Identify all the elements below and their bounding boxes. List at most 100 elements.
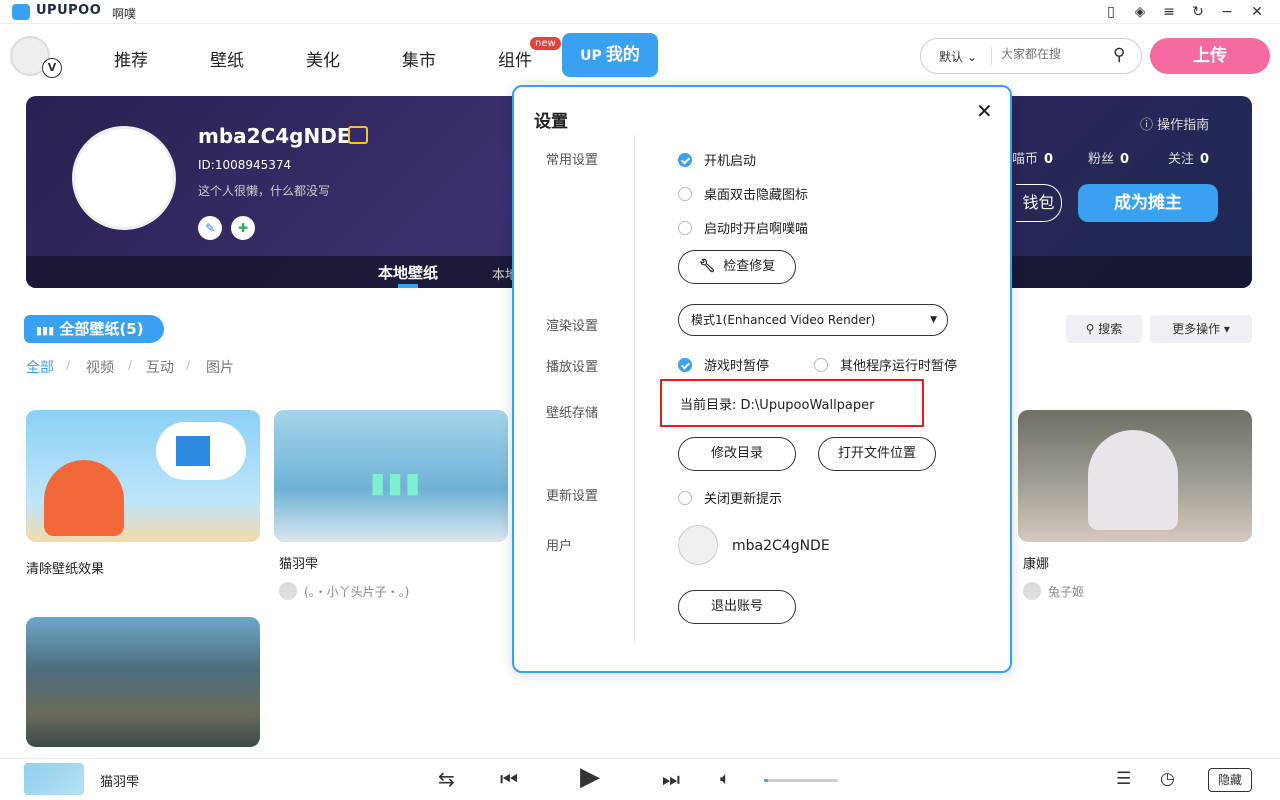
close-icon[interactable]: ✕ [1246, 2, 1268, 22]
timer-icon[interactable]: ◷ [1160, 769, 1175, 789]
level-badge-icon [348, 126, 368, 144]
main-nav: V 推荐 壁纸 美化 集市 组件 new UP我的 默认 ⌄ ⚲ 上传 [0, 24, 1280, 90]
play-icon[interactable]: ▶ [580, 762, 600, 792]
refresh-icon[interactable]: ↻ [1187, 2, 1209, 22]
playlist-icon[interactable]: ☰ [1116, 769, 1131, 789]
filter-sep: / [66, 358, 71, 372]
search-icon: ⚲ [1085, 322, 1095, 336]
section-update: 更新设置 [546, 489, 599, 504]
filter-sep: / [186, 358, 191, 372]
audio-bars-icon: ▮▮▮ [370, 466, 423, 499]
minimize-icon[interactable]: − [1216, 2, 1238, 22]
title-bar: UPUPOO 啊噗 ▯ ◈ ≡ ↻ − ✕ [0, 0, 1280, 24]
nav-market[interactable]: 集市 [402, 46, 436, 71]
more-actions-button[interactable]: 更多操作 ▾ [1150, 315, 1252, 343]
author-avatar [279, 582, 297, 600]
nav-recommend[interactable]: 推荐 [114, 46, 148, 71]
all-wallpapers-pill[interactable]: ▮▮▮ 全部壁纸(5) [24, 315, 164, 343]
stat-fans[interactable]: 粉丝 0 [1088, 148, 1129, 167]
opt-pause-other[interactable]: 其他程序运行时暂停 [814, 355, 957, 374]
opt-autostart[interactable]: 开机启动 [678, 150, 756, 169]
next-icon[interactable]: ⏭ [662, 767, 680, 791]
chevron-down-icon: ▼ [930, 315, 937, 325]
check-repair-button[interactable]: 🔧︎ 检查修复 [678, 250, 796, 284]
windows-logo-icon [176, 436, 210, 466]
settings-dialog: 设置 ✕ 常用设置 开机启动 桌面双击隐藏图标 启动时开启啊噗喵 🔧︎ 检查修复 … [512, 85, 1012, 673]
volume-fill [764, 779, 768, 782]
filter-interactive[interactable]: 互动 [146, 357, 174, 377]
volume-icon[interactable]: 🔈︎ [720, 769, 730, 789]
dialog-divider [634, 135, 635, 643]
wallpaper-card-clear[interactable] [26, 410, 260, 542]
volume-slider[interactable] [764, 779, 838, 782]
filter-video[interactable]: 视频 [86, 357, 114, 377]
profile-avatar[interactable] [72, 126, 176, 230]
wrench-icon: 🔧︎ [698, 259, 716, 274]
nav-beautify[interactable]: 美化 [306, 46, 340, 71]
player-thumbnail[interactable] [24, 763, 84, 795]
app-logo-icon [12, 4, 30, 20]
hide-button[interactable]: 隐藏 [1208, 768, 1252, 792]
shield-icon[interactable]: ✚ [231, 216, 255, 240]
card-title: 康娜 [1023, 557, 1050, 572]
radio-icon [678, 187, 692, 201]
open-location-button[interactable]: 打开文件位置 [818, 437, 936, 471]
player-title: 猫羽雫 [100, 775, 140, 790]
settings-user-avatar [678, 525, 718, 565]
library-search-button[interactable]: ⚲ 搜索 [1066, 315, 1142, 343]
active-tab-indicator [398, 284, 418, 288]
become-vendor-button[interactable]: 成为摊主 [1078, 184, 1218, 222]
render-mode-select[interactable]: 模式1(Enhanced Video Render) ▼ [678, 304, 948, 336]
menu-icon[interactable]: ≡ [1158, 2, 1180, 22]
filter-image[interactable]: 图片 [206, 357, 234, 377]
search-input[interactable] [1001, 47, 1101, 61]
search-icon[interactable]: ⚲ [1113, 45, 1125, 65]
wallpaper-card-kanna[interactable] [1018, 410, 1252, 542]
dialog-title: 设置 [534, 112, 568, 132]
profile-name: mba2C4gNDE [198, 124, 351, 148]
filter-sep: / [128, 358, 133, 372]
search-scope-select[interactable]: 默认 ⌄ [939, 48, 977, 65]
tab-local-wallpaper[interactable]: 本地壁纸 [378, 262, 438, 283]
opt-pause-game[interactable]: 游戏时暂停 [678, 355, 769, 374]
section-user: 用户 [546, 539, 573, 554]
nav-widgets[interactable]: 组件 [498, 46, 532, 71]
nav-my[interactable]: UP 我的 [562, 33, 658, 77]
opt-hide-icons[interactable]: 桌面双击隐藏图标 [678, 184, 808, 203]
bars-icon: ▮▮▮ [36, 324, 55, 337]
opt-launch-pet[interactable]: 启动时开启啊噗喵 [678, 218, 808, 237]
current-dir: 当前目录: D:\UpupooWallpaper [680, 398, 875, 413]
wallpaper-card-street[interactable] [26, 617, 260, 747]
check-icon [678, 153, 692, 167]
filter-all[interactable]: 全部 [26, 357, 54, 377]
new-badge: new [530, 37, 561, 50]
stat-coins[interactable]: 喵币 0 [1012, 148, 1053, 167]
edit-icon[interactable]: ✎ [198, 216, 222, 240]
gift-icon[interactable]: ◈ [1129, 2, 1151, 22]
card-author[interactable]: (。・小丫头片子・。) [304, 583, 409, 600]
guide-link[interactable]: ⓘ 操作指南 [1140, 114, 1209, 133]
nav-wallpaper[interactable]: 壁纸 [210, 46, 244, 71]
section-render: 渲染设置 [546, 319, 599, 334]
card-title: 猫羽雫 [279, 557, 319, 572]
vip-badge-icon: V [42, 58, 62, 78]
card-author[interactable]: 兔子姬 [1048, 583, 1084, 600]
author-avatar [1023, 582, 1041, 600]
opt-disable-update[interactable]: 关闭更新提示 [678, 488, 782, 507]
previous-icon[interactable]: ⏮ [500, 767, 518, 791]
search-bar: 默认 ⌄ ⚲ [920, 38, 1142, 74]
change-dir-button[interactable]: 修改目录 [678, 437, 796, 471]
section-general: 常用设置 [546, 153, 599, 168]
close-icon[interactable]: ✕ [976, 99, 993, 123]
upload-button[interactable]: 上传 [1150, 38, 1270, 74]
wallet-button[interactable]: 钱包 [1016, 184, 1062, 222]
wallpaper-card-maoyuling[interactable]: ▮▮▮ [274, 410, 508, 542]
repeat-icon[interactable]: ⇆ [438, 767, 455, 791]
check-icon [678, 358, 692, 372]
stat-following[interactable]: 关注 0 [1168, 148, 1209, 167]
logout-button[interactable]: 退出账号 [678, 590, 796, 624]
radio-icon [678, 491, 692, 505]
phone-icon[interactable]: ▯ [1100, 2, 1122, 22]
app-subtitle: 啊噗 [112, 7, 137, 21]
section-storage: 壁纸存储 [546, 406, 599, 421]
